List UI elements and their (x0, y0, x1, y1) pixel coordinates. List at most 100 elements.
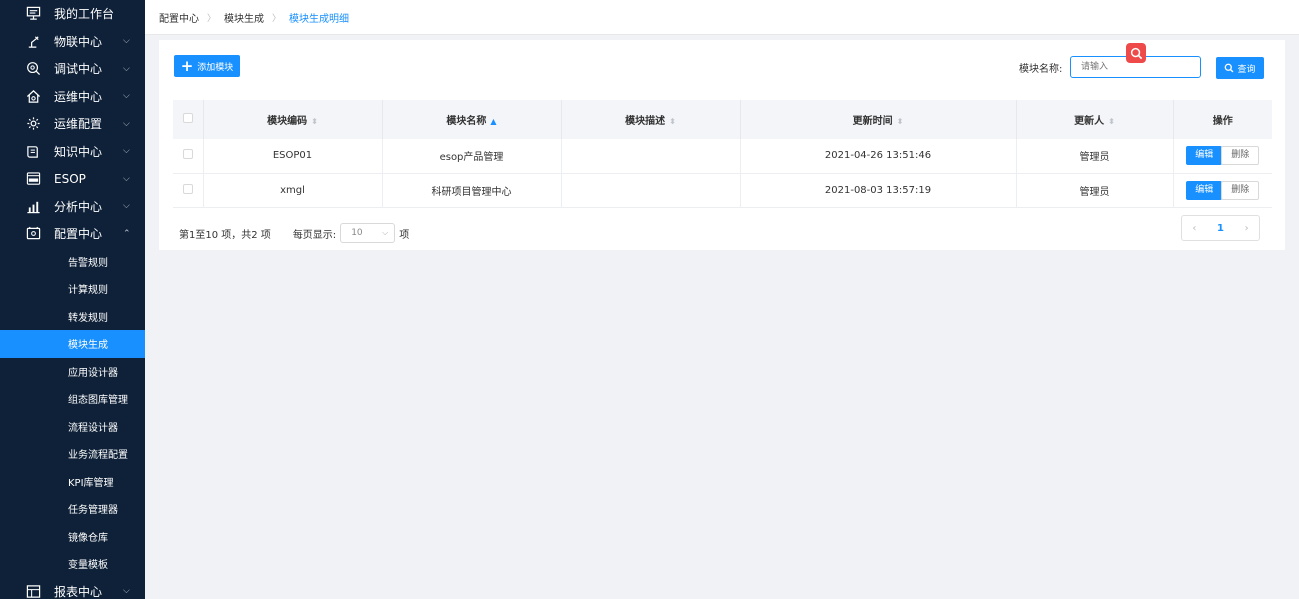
breadcrumb-current: 模块生成明细 (289, 13, 350, 25)
cell-time: 2021-04-26 13:51:46 (740, 139, 1017, 174)
sidebar-subitem-var-template[interactable]: 变量模板 (0, 550, 145, 578)
sidebar-item-label: 运维配置 (54, 117, 103, 132)
sidebar-subitem-label: 计算规则 (68, 285, 108, 297)
page-number-current[interactable]: 1 (1217, 223, 1224, 234)
module-table: 模块编码 ⬍ 模块名称 ▲ 模块描述 ⬍ 更新时间 ⬍ 更新人 ⬍ 操作 ESOP01 e… (173, 100, 1272, 208)
chevron-down-icon: ⌵ (123, 201, 130, 212)
column-header-label: 模块编码 (267, 116, 308, 127)
column-header: 操作 (1173, 100, 1272, 139)
sidebar-subitem-label: 应用设计器 (68, 367, 118, 379)
sort-icon[interactable]: ⬍ (897, 117, 904, 126)
sidebar-subitem-image-repo[interactable]: 镜像仓库 (0, 523, 145, 551)
delete-button[interactable]: 删除 (1221, 180, 1260, 200)
column-header-label: 操作 (1212, 116, 1233, 127)
sidebar-item-esop[interactable]: ESOP ⌵ (0, 165, 145, 193)
search-icon (1225, 63, 1234, 73)
sort-icon[interactable]: ⬍ (669, 117, 676, 126)
pagination: ‹ 1 › (1181, 215, 1260, 241)
column-header[interactable]: 更新时间 ⬍ (740, 100, 1017, 139)
sidebar-subitem-label: 变量模板 (68, 560, 108, 572)
column-header[interactable]: 模块编码 ⬍ (203, 100, 383, 139)
table-row: xmgl 科研项目管理中心 2021-08-03 13:57:19 管理员 编辑… (173, 173, 1272, 208)
cell-user: 管理员 (1016, 173, 1174, 208)
breadcrumb-item[interactable]: 模块生成 (224, 10, 264, 25)
sidebar-subitem-app-designer[interactable]: 应用设计器 (0, 358, 145, 386)
chevron-down-icon: ⌵ (123, 118, 130, 129)
cell-desc (561, 173, 741, 208)
sidebar-item-report[interactable]: 报表中心 ⌵ (0, 578, 145, 599)
cell-actions: 编辑 删除 (1173, 139, 1272, 174)
row-select-cell[interactable] (173, 173, 204, 208)
sidebar-subitem-label: 转发规则 (68, 312, 108, 324)
sidebar-subitem-label: 流程设计器 (68, 422, 118, 434)
chevron-down-icon: ⌵ (123, 63, 130, 74)
query-button[interactable]: 查询 (1216, 57, 1264, 79)
next-page-icon[interactable]: › (1245, 223, 1249, 234)
sidebar-subitem-label: 模块生成 (68, 340, 108, 352)
column-header[interactable]: 模块名称 ▲ (382, 100, 562, 139)
search-gear-icon (24, 60, 42, 78)
plus-icon: + (180, 57, 194, 75)
sidebar-subitem-scada-gallery[interactable]: 组态图库管理 (0, 385, 145, 413)
sidebar-item-iot[interactable]: 物联中心 ⌵ (0, 28, 145, 56)
sidebar-subitem-alarm-rules[interactable]: 告警规则 (0, 248, 145, 276)
column-header[interactable]: 更新人 ⬍ (1016, 100, 1174, 139)
sidebar-subitem-forward-rules[interactable]: 转发规则 (0, 303, 145, 331)
sidebar-item-debug[interactable]: 调试中心 ⌵ (0, 55, 145, 83)
cell-name: 科研项目管理中心 (382, 173, 562, 208)
column-header-label: 更新时间 (852, 116, 893, 127)
robot-arm-icon (24, 32, 42, 50)
search-icon[interactable] (1126, 43, 1146, 63)
row-checkbox[interactable] (182, 149, 193, 160)
sidebar-item-label: ESOP (54, 171, 86, 186)
pagination-info: 第1至10 项，共2 项 每页显示: 10 ⌵ 项 (179, 223, 409, 243)
esop-icon (24, 170, 42, 188)
edit-button[interactable]: 编辑 (1186, 146, 1223, 166)
sidebar-subitem-biz-flow-config[interactable]: 业务流程配置 (0, 440, 145, 468)
sidebar-item-ops-config[interactable]: 运维配置 ⌵ (0, 110, 145, 138)
column-header[interactable]: 模块描述 ⬍ (561, 100, 741, 139)
sort-icon[interactable]: ⬍ (311, 117, 318, 126)
table-header-row: 模块编码 ⬍ 模块名称 ▲ 模块描述 ⬍ 更新时间 ⬍ 更新人 ⬍ 操作 (173, 100, 1272, 139)
delete-button[interactable]: 删除 (1221, 146, 1260, 166)
chevron-down-icon: ⌵ (123, 173, 130, 184)
sidebar-item-label: 配置中心 (54, 227, 103, 242)
monitor-icon (24, 5, 42, 23)
sidebar-item-analysis[interactable]: 分析中心 ⌵ (0, 193, 145, 221)
sidebar-subitem-kpi-lib[interactable]: KPI库管理 (0, 468, 145, 496)
per-page-unit: 项 (399, 229, 410, 241)
add-module-label: 添加模块 (197, 62, 234, 73)
breadcrumb-item[interactable]: 配置中心 (159, 10, 199, 25)
sidebar-subitem-calc-rules[interactable]: 计算规则 (0, 275, 145, 303)
sidebar-item-workbench[interactable]: 我的工作台 (0, 0, 145, 28)
report-icon (24, 582, 42, 599)
row-checkbox[interactable] (182, 183, 193, 194)
page-size-value: 10 (351, 228, 363, 238)
cell-time: 2021-08-03 13:57:19 (740, 173, 1017, 208)
prev-page-icon[interactable]: ‹ (1192, 223, 1196, 234)
row-select-cell[interactable] (173, 139, 204, 174)
sidebar-item-ops[interactable]: 运维中心 ⌵ (0, 83, 145, 111)
sidebar-item-config-center[interactable]: 配置中心 ⌃ (0, 220, 145, 248)
page-size-select[interactable]: 10 ⌵ (340, 223, 396, 243)
sidebar-subitem-label: 告警规则 (68, 257, 108, 269)
cell-actions: 编辑 删除 (1173, 173, 1272, 208)
select-all-cell[interactable] (173, 100, 204, 139)
add-module-button[interactable]: + 添加模块 (174, 55, 240, 77)
sidebar-item-knowledge[interactable]: 知识中心 ⌵ (0, 138, 145, 166)
search-label: 模块名称: (1019, 64, 1063, 75)
sidebar-item-label: 报表中心 (54, 584, 103, 599)
sort-icon[interactable]: ⬍ (1108, 117, 1115, 126)
sort-asc-icon[interactable]: ▲ (490, 117, 496, 126)
edit-button[interactable]: 编辑 (1186, 180, 1223, 200)
bar-chart-icon (24, 197, 42, 215)
sidebar-subitem-task-manager[interactable]: 任务管理器 (0, 495, 145, 523)
select-all-checkbox[interactable] (182, 113, 193, 123)
sidebar-subitem-label: 任务管理器 (68, 505, 118, 517)
sidebar-subitem-label: 镜像仓库 (68, 532, 108, 544)
sidebar-subitem-module-gen[interactable]: 模块生成 (0, 330, 145, 358)
chevron-up-icon: ⌃ (123, 228, 131, 239)
per-page-label: 每页显示: (292, 229, 337, 241)
cell-user: 管理员 (1016, 139, 1174, 174)
sidebar-subitem-flow-designer[interactable]: 流程设计器 (0, 413, 145, 441)
